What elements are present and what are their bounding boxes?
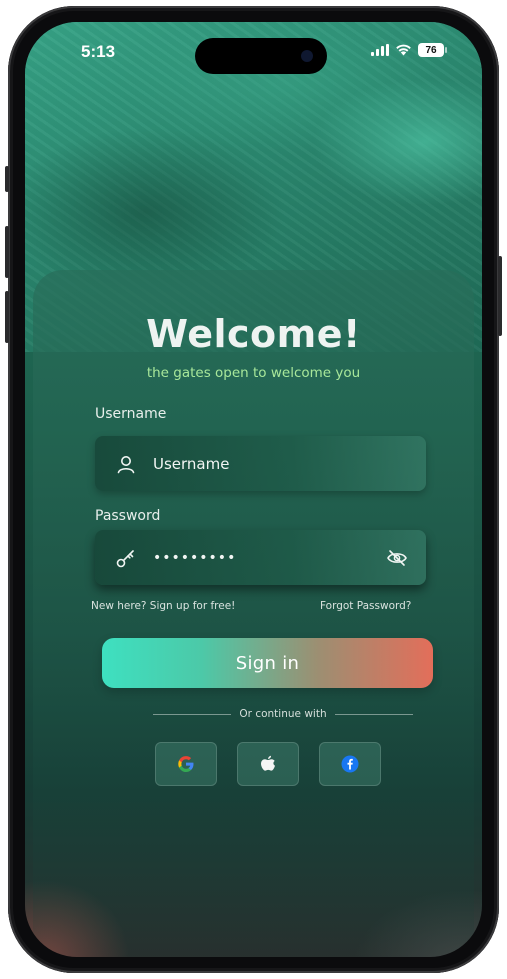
dynamic-island (195, 38, 327, 74)
eye-off-icon[interactable] (386, 547, 408, 569)
facebook-login-button[interactable] (319, 742, 381, 786)
username-label: Username (95, 406, 167, 422)
page-title: Welcome! (146, 312, 361, 356)
divider-text: Or continue with (239, 708, 327, 720)
divider-line-right (334, 713, 414, 715)
signal-bars-icon (371, 44, 389, 56)
social-login-row (155, 742, 381, 786)
google-login-button[interactable] (155, 742, 217, 786)
password-input[interactable]: ••••••••• (153, 550, 373, 566)
app-screen: 5:13 76 Welcome! the gates open to welco… (25, 22, 482, 957)
page-subtitle: the gates open to welcome you (146, 365, 361, 381)
user-icon (114, 452, 138, 476)
username-field[interactable]: Username (95, 436, 426, 491)
signup-link[interactable]: New here? Sign up for free! (91, 600, 235, 612)
apple-login-button[interactable] (237, 742, 299, 786)
password-field[interactable]: ••••••••• (95, 530, 426, 585)
apple-icon (261, 755, 275, 771)
username-input[interactable]: Username (153, 455, 373, 473)
forgot-password-link[interactable]: Forgot Password? (320, 600, 411, 612)
signin-button[interactable]: Sign in (102, 638, 433, 688)
facebook-icon (341, 755, 359, 773)
password-label: Password (95, 508, 161, 524)
divider-line-left (153, 713, 232, 715)
status-indicators: 76 (371, 43, 447, 57)
power-button (498, 256, 502, 336)
volume-up-button (5, 226, 9, 278)
social-divider: Or continue with (153, 708, 414, 720)
volume-down-button (5, 291, 9, 343)
google-icon (178, 756, 194, 772)
battery-indicator: 76 (418, 43, 447, 57)
action-button (5, 166, 9, 192)
home-indicator (185, 942, 322, 947)
key-icon (114, 546, 138, 570)
status-time: 5:13 (81, 42, 116, 61)
wifi-icon (396, 44, 411, 56)
camera-icon (301, 50, 313, 62)
